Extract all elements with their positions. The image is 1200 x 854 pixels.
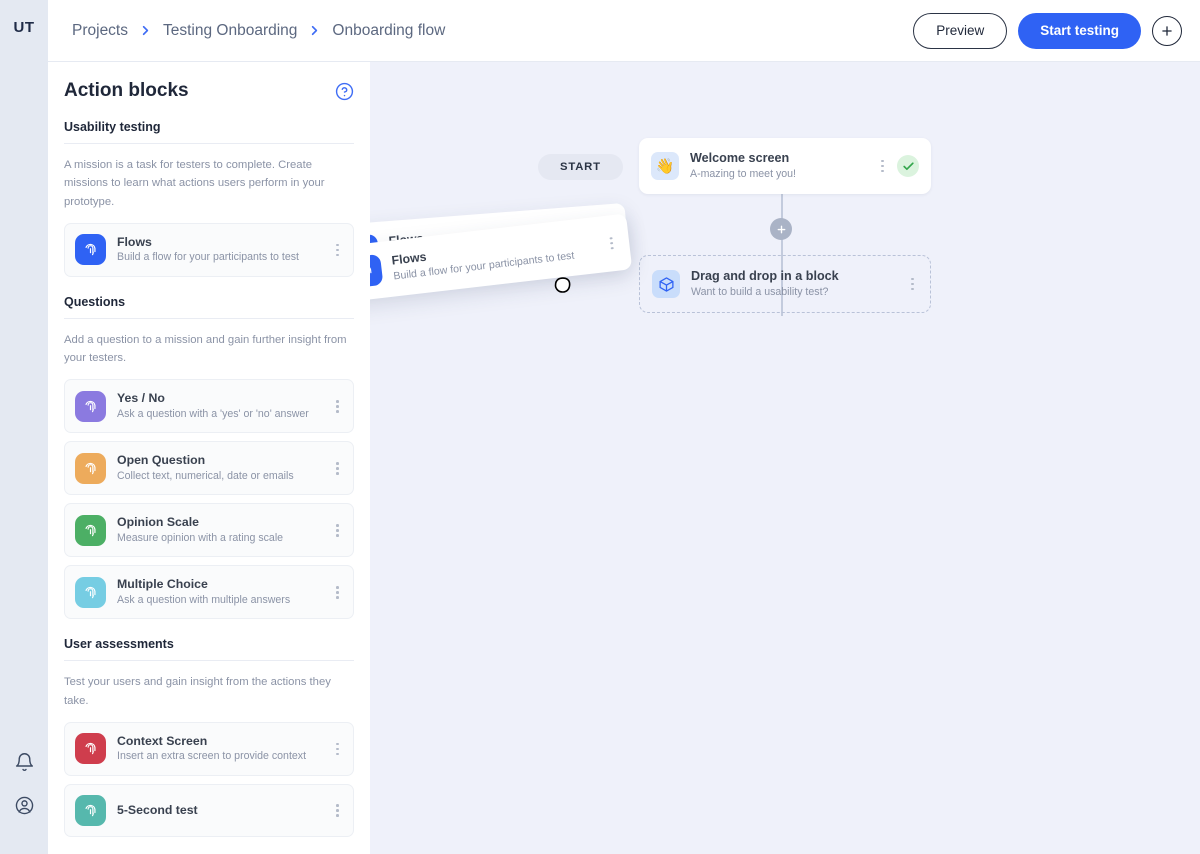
fingerprint-icon: [75, 514, 106, 546]
plus-icon: [777, 225, 785, 233]
page-title: Action blocks: [64, 80, 189, 101]
kebab-menu-icon[interactable]: [877, 158, 888, 175]
action-block-title: Open Question: [117, 453, 206, 468]
action-block-title: Yes / No: [117, 391, 165, 406]
flow-node-welcome-screen[interactable]: 👋 Welcome screen A-mazing to meet you!: [639, 138, 931, 195]
sidebar-header: Action blocks: [64, 80, 354, 102]
kebab-menu-icon[interactable]: [332, 802, 343, 819]
start-testing-button[interactable]: Start testing: [1018, 12, 1141, 49]
action-block-multiple-choice[interactable]: Multiple Choice Ask a question with multi…: [64, 565, 354, 620]
chevron-right-icon: [142, 25, 149, 36]
action-block-title: Multiple Choice: [117, 577, 208, 592]
breadcrumb-item-projects[interactable]: Projects: [64, 18, 136, 44]
fingerprint-icon: [370, 254, 384, 289]
breadcrumb: Projects Testing Onboarding Onboarding f…: [64, 18, 453, 44]
kebab-menu-icon[interactable]: [907, 276, 918, 293]
kebab-menu-icon[interactable]: [332, 522, 343, 539]
block-group-description: A mission is a task for testers to compl…: [64, 159, 325, 208]
action-block-text: Yes / No Ask a question with a 'yes' or '…: [117, 390, 309, 422]
user-circle-icon[interactable]: [14, 795, 35, 816]
action-block-subtitle: Ask a question with a 'yes' or 'no' answ…: [117, 408, 309, 421]
action-block-text: Opinion Scale Measure opinion with a rati…: [117, 514, 283, 546]
block-group-title: Usability testing: [64, 120, 354, 144]
left-rail: UT: [0, 0, 48, 854]
start-badge: START: [538, 154, 623, 180]
flow-node-subtitle: A-mazing to meet you!: [690, 168, 796, 180]
fingerprint-icon: [75, 794, 106, 826]
fingerprint-icon: [75, 576, 106, 608]
breadcrumb-item-onboarding-flow[interactable]: Onboarding flow: [324, 18, 453, 44]
app-logo[interactable]: UT: [14, 19, 35, 36]
block-group-description: Test your users and gain insight from th…: [64, 676, 331, 707]
check-circle-icon: [897, 155, 919, 178]
bell-icon[interactable]: [14, 752, 35, 773]
action-block-flows[interactable]: Flows Build a flow for your participants …: [64, 222, 354, 277]
action-block-text: Open Question Collect text, numerical, da…: [117, 452, 294, 484]
kebab-menu-icon[interactable]: [332, 398, 343, 415]
drop-zone-text: Drag and drop in a block Want to build a…: [691, 268, 839, 300]
kebab-menu-icon[interactable]: [606, 234, 619, 252]
action-block-context-screen[interactable]: Context Screen Insert an extra screen to …: [64, 721, 354, 776]
action-block-subtitle: Insert an extra screen to provide contex…: [117, 750, 307, 763]
drop-zone[interactable]: Drag and drop in a block Want to build a…: [639, 255, 931, 314]
block-group-description: Add a question to a mission and gain fur…: [64, 333, 347, 365]
fingerprint-icon: [75, 390, 106, 422]
block-group-list: Usability testing A mission is a task for…: [64, 120, 354, 837]
kebab-menu-icon[interactable]: [332, 460, 343, 477]
block-group-title: Questions: [64, 295, 354, 319]
action-block-subtitle: Build a flow for your participants to te…: [117, 251, 299, 264]
kebab-menu-icon[interactable]: [332, 241, 343, 258]
fingerprint-icon: [75, 234, 106, 266]
top-bar: Projects Testing Onboarding Onboarding f…: [48, 0, 1200, 62]
action-block-text: Context Screen Insert an extra screen to …: [117, 733, 306, 765]
rail-bottom-actions: [14, 752, 35, 816]
action-blocks-sidebar: Action blocks Usability testing A mission…: [48, 62, 370, 854]
cube-icon: [652, 270, 680, 299]
action-block-title: 5-Second test: [117, 803, 198, 817]
kebab-menu-icon[interactable]: [332, 740, 343, 757]
top-bar-actions: Preview Start testing: [913, 12, 1182, 49]
action-block-yes-no[interactable]: Yes / No Ask a question with a 'yes' or '…: [64, 379, 354, 434]
plus-icon: [1162, 25, 1172, 36]
add-node-button[interactable]: [770, 218, 792, 240]
action-block-5-second-test[interactable]: 5-Second test: [64, 783, 354, 837]
action-block-title: Flows: [117, 234, 152, 249]
action-block-title: Context Screen: [117, 733, 208, 748]
preview-button[interactable]: Preview: [913, 12, 1008, 49]
drop-zone-title: Drag and drop in a block: [691, 269, 839, 283]
flow-canvas[interactable]: START 👋 Welcome screen A-mazing to meet …: [370, 62, 1200, 854]
action-block-text: Multiple Choice Ask a question with multi…: [117, 576, 290, 608]
grabbing-hand-cursor: [554, 277, 571, 293]
action-block-opinion-scale[interactable]: Opinion Scale Measure opinion with a rati…: [64, 503, 354, 558]
action-block-subtitle: Measure opinion with a rating scale: [117, 531, 284, 544]
drop-zone-subtitle: Want to build a usability test?: [691, 286, 829, 298]
fingerprint-icon: [75, 452, 106, 484]
action-block-open-question[interactable]: Open Question Collect text, numerical, da…: [64, 441, 354, 496]
flow-node-title: Welcome screen: [690, 151, 790, 165]
action-block-subtitle: Collect text, numerical, date or emails: [117, 469, 294, 482]
action-block-title: Opinion Scale: [117, 515, 199, 530]
action-block-subtitle: Ask a question with multiple answers: [117, 593, 291, 606]
flow-node-text: Welcome screen A-mazing to meet you!: [690, 150, 796, 182]
chevron-right-icon: [312, 25, 318, 36]
question-circle-icon[interactable]: [335, 82, 354, 101]
wave-emoji: 👋: [651, 152, 679, 181]
breadcrumb-item-testing-onboarding[interactable]: Testing Onboarding: [155, 18, 305, 44]
kebab-menu-icon[interactable]: [332, 584, 343, 601]
fingerprint-icon: [75, 733, 106, 765]
action-block-text: Flows Build a flow for your participants …: [117, 234, 299, 266]
block-group-title: User assessments: [64, 637, 354, 662]
add-button[interactable]: [1152, 15, 1182, 46]
action-block-text: 5-Second test: [117, 802, 198, 819]
